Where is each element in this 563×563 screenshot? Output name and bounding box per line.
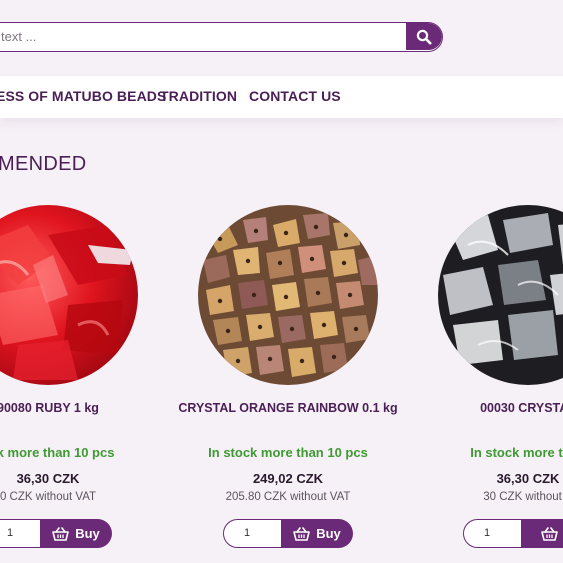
product-card: 00030 CRYSTAL In stock more than 36,30 C… <box>428 205 563 563</box>
stock-status: In stock more than <box>470 445 563 460</box>
buy-button[interactable]: B <box>521 519 563 548</box>
product-card: 90080 RUBY 1 kg ock more than 10 pcs 36,… <box>0 205 148 563</box>
search-icon <box>416 29 432 44</box>
product-card: CRYSTAL ORANGE RAINBOW 0.1 kg In stock m… <box>178 205 398 563</box>
product-price: 36,30 CZK <box>16 471 80 486</box>
nav-item-contact-us[interactable]: CONTACT US <box>249 88 341 104</box>
nav-item-tradition[interactable]: TRADITION <box>160 88 237 104</box>
buy-label: Buy <box>75 526 100 541</box>
product-image-crystal[interactable] <box>438 205 563 385</box>
main-nav: ESS OF MATUBO BEADS TRADITION CONTACT US <box>0 76 563 118</box>
product-name[interactable]: 00030 CRYSTAL <box>418 399 563 417</box>
basket-icon <box>540 526 558 541</box>
product-name[interactable]: CRYSTAL ORANGE RAINBOW 0.1 kg <box>178 399 398 417</box>
basket-icon <box>52 526 70 541</box>
basket-icon <box>293 526 311 541</box>
nav-item-matubo-beads[interactable]: ESS OF MATUBO BEADS <box>0 88 166 104</box>
stock-status: In stock more than 10 pcs <box>208 445 368 460</box>
product-price-without-vat: 205.80 CZK without VAT <box>225 491 351 503</box>
search-button[interactable] <box>406 23 442 50</box>
search-input[interactable] <box>0 23 408 50</box>
quantity-input[interactable]: 1 <box>463 519 525 548</box>
buy-button[interactable]: Buy <box>281 519 353 548</box>
buy-label: Buy <box>316 526 341 541</box>
product-price: 249,02 CZK <box>252 471 324 486</box>
product-image-ruby[interactable] <box>0 205 138 385</box>
buy-button[interactable]: Buy <box>40 519 112 548</box>
stock-status: ock more than 10 pcs <box>0 445 115 460</box>
product-price-without-vat: 30 CZK without V <box>483 491 563 503</box>
product-price-without-vat: 0 CZK without VAT <box>0 491 97 503</box>
page: ESS OF MATUBO BEADS TRADITION CONTACT US… <box>0 0 563 563</box>
search-bar <box>0 22 443 52</box>
product-image-orange-rainbow[interactable] <box>198 205 378 385</box>
section-title-recommended: MENDED <box>0 153 87 175</box>
quantity-input[interactable]: 1 <box>223 519 285 548</box>
product-price: 36,30 CZK <box>496 471 560 486</box>
product-name[interactable]: 90080 RUBY 1 kg <box>0 399 158 417</box>
